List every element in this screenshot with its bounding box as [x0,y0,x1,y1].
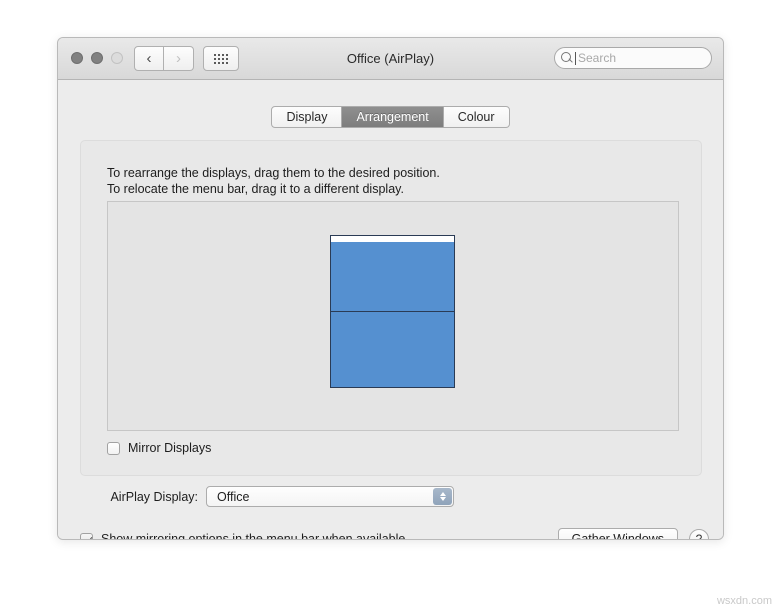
chevron-up-icon [439,492,446,496]
up-down-chevron-icon[interactable] [433,488,452,505]
tab-arrangement[interactable]: Arrangement [342,106,444,128]
chevron-down-icon [439,497,446,501]
airplay-display-row: AirPlay Display: Office [58,486,723,507]
airplay-display-value: Office [217,489,250,504]
search-input[interactable]: Search [554,47,712,69]
display-thumbnail-top[interactable] [330,235,455,312]
mirror-displays-checkbox[interactable] [107,441,120,455]
show-mirroring-checkbox[interactable] [80,532,93,539]
display-thumbnail-bottom[interactable] [330,311,455,388]
footer-actions: Gather Windows ? [557,528,709,539]
watermark: wsxdn.com [716,595,772,607]
mirror-displays-label: Mirror Displays [128,441,212,455]
tab-colour[interactable]: Colour [443,106,510,128]
instruction-line-1: To rearrange the displays, drag them to … [107,166,440,180]
tab-display[interactable]: Display [271,106,343,128]
window-titlebar: ‹ › Office (AirPlay) Search [58,38,723,80]
show-mirroring-label: Show mirroring options in the menu bar w… [101,532,406,540]
instructions-text: To rearrange the displays, drag them to … [107,165,440,197]
tab-bar: Display Arrangement Colour [58,106,723,128]
show-mirroring-row[interactable]: Show mirroring options in the menu bar w… [80,532,406,540]
arrangement-panel: To rearrange the displays, drag them to … [80,140,702,476]
mirror-displays-row[interactable]: Mirror Displays [107,441,211,455]
help-button[interactable]: ? [689,529,709,539]
system-preferences-window: ‹ › Office (AirPlay) Search Display Arra… [57,37,724,540]
preferences-body: Display Arrangement Colour To rearrange … [58,80,723,540]
search-icon [561,51,574,65]
gather-windows-button[interactable]: Gather Windows [557,528,678,539]
instruction-line-2: To relocate the menu bar, drag it to a d… [107,182,404,196]
airplay-display-select[interactable]: Office [206,486,454,507]
footer-row: Show mirroring options in the menu bar w… [80,528,709,540]
search-placeholder: Search [578,51,617,65]
text-cursor [575,51,576,65]
airplay-display-label: AirPlay Display: [110,489,198,504]
menu-bar-strip[interactable] [330,235,455,242]
display-arrangement-canvas[interactable] [107,201,679,431]
